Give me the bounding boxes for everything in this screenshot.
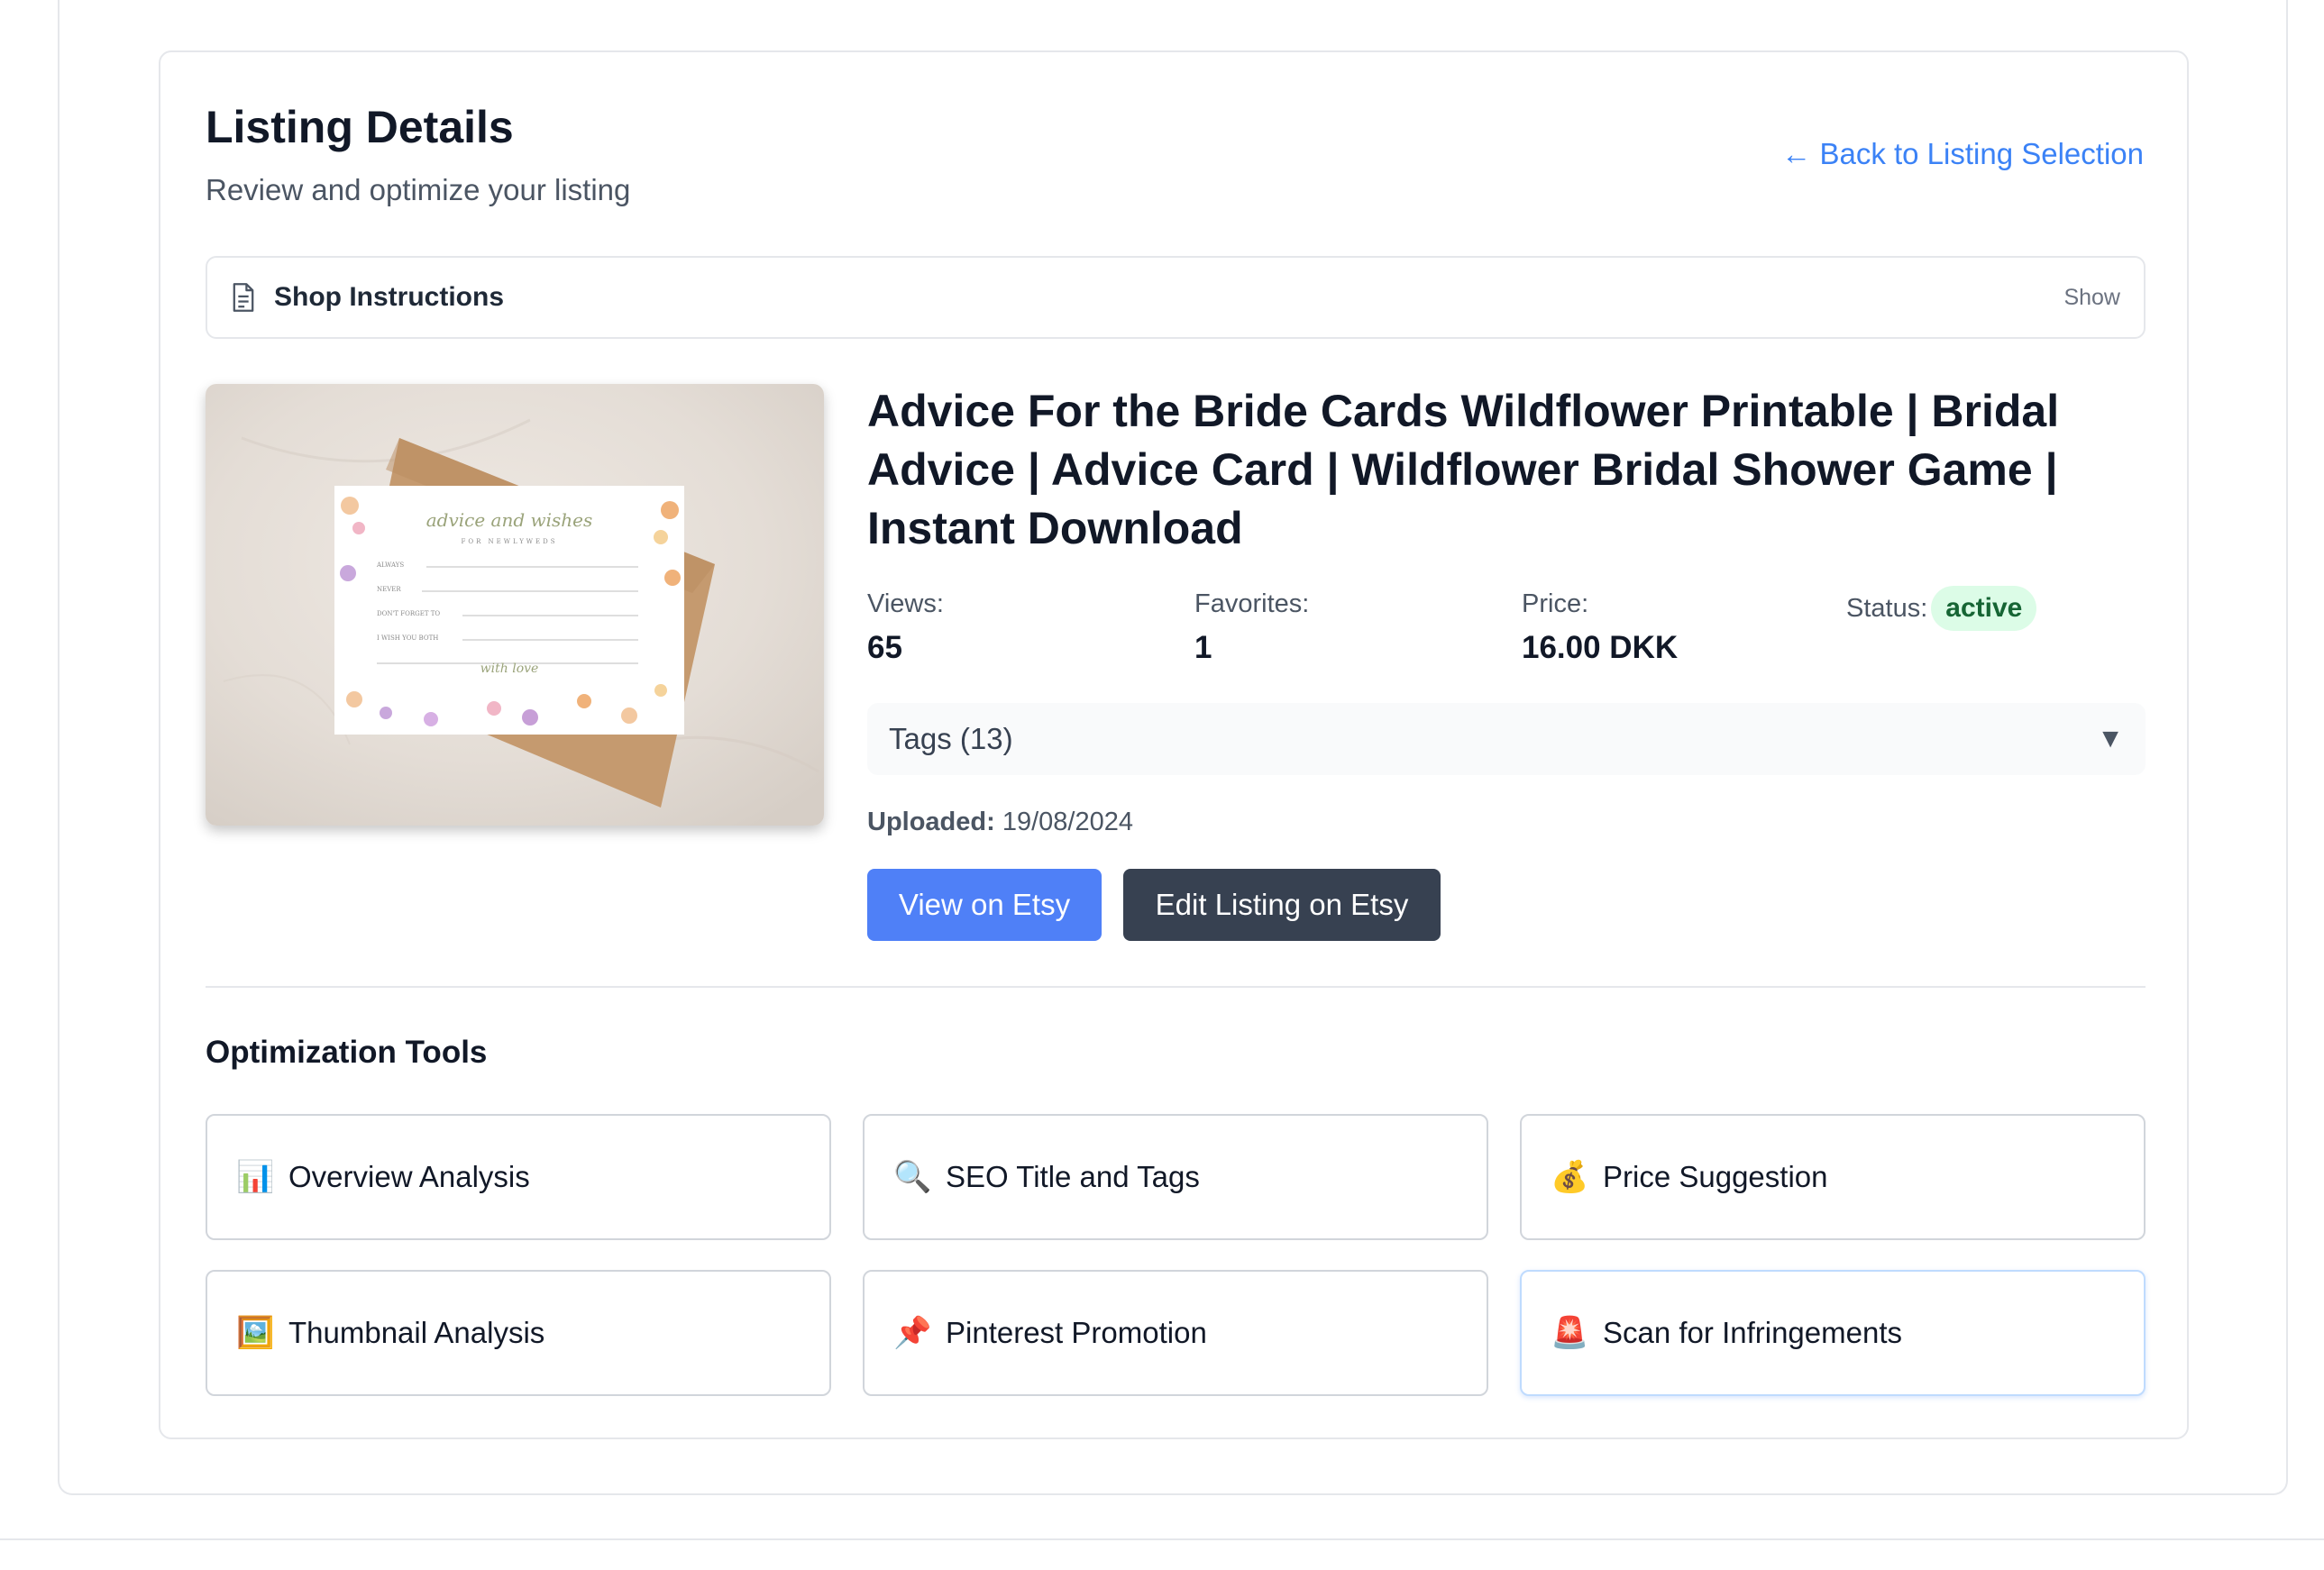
pushpin-icon: 📌 xyxy=(893,1316,932,1350)
bar-chart-icon: 📊 xyxy=(236,1160,275,1194)
document-icon xyxy=(233,283,254,312)
price-label: Price: xyxy=(1522,589,1589,618)
optimization-tools-title: Optimization Tools xyxy=(206,1035,488,1070)
favorites-value: 1 xyxy=(1194,630,1212,665)
uploaded-label: Uploaded: xyxy=(867,808,995,836)
status-label: Status: xyxy=(1846,593,1928,623)
tags-label: Tags (13) xyxy=(889,722,1013,755)
advice-card-image: advice and wishes FOR NEWLYWEDS ALWAYS N… xyxy=(206,384,824,826)
tool-label: Thumbnail Analysis xyxy=(288,1316,545,1349)
tool-label: Scan for Infringements xyxy=(1603,1316,1902,1349)
view-on-etsy-button[interactable]: View on Etsy xyxy=(867,869,1102,941)
card-subheading: FOR NEWLYWEDS xyxy=(461,538,557,545)
scan-for-infringements-button[interactable]: 🚨 Scan for Infringements xyxy=(1520,1270,2146,1396)
status-badge: active xyxy=(1931,586,2037,631)
favorites-stat: Favorites: 1 xyxy=(1194,589,1309,666)
card-line-1: ALWAYS xyxy=(376,561,404,569)
tool-label: Price Suggestion xyxy=(1603,1160,1828,1193)
listing-title: Advice For the Bride Cards Wildflower Pr… xyxy=(867,386,2060,553)
tool-label: Overview Analysis xyxy=(288,1160,530,1193)
edit-listing-on-etsy-button[interactable]: Edit Listing on Etsy xyxy=(1123,869,1441,941)
card-signoff: with love xyxy=(480,662,539,676)
siren-icon: 🚨 xyxy=(1551,1316,1589,1350)
money-bag-icon: 💰 xyxy=(1551,1160,1589,1194)
price-value: 16.00 DKK xyxy=(1522,630,1679,665)
price-suggestion-button[interactable]: 💰 Price Suggestion xyxy=(1520,1114,2146,1240)
card-line-3: DON'T FORGET TO xyxy=(377,610,440,617)
card-heading: advice and wishes xyxy=(426,509,593,531)
pinterest-promotion-button[interactable]: 📌 Pinterest Promotion xyxy=(863,1270,1488,1396)
chevron-down-icon: ▼ xyxy=(2097,724,2124,753)
card-line-4: I WISH YOU BOTH xyxy=(377,634,438,642)
uploaded-date: Uploaded: 19/08/2024 xyxy=(867,808,1133,837)
page-title: Listing Details xyxy=(206,102,514,152)
views-label: Views: xyxy=(867,589,944,618)
uploaded-value: 19/08/2024 xyxy=(1002,808,1133,836)
views-value: 65 xyxy=(867,630,902,665)
back-to-listing-selection-link[interactable]: ← Back to Listing Selection xyxy=(1781,137,2144,171)
card-line-2: NEVER xyxy=(377,586,401,593)
favorites-label: Favorites: xyxy=(1194,589,1310,618)
tool-label: Pinterest Promotion xyxy=(946,1316,1207,1349)
views-stat: Views: 65 xyxy=(867,589,944,666)
section-divider xyxy=(206,986,2146,988)
page-subtitle: Review and optimize your listing xyxy=(206,173,631,206)
overview-analysis-button[interactable]: 📊 Overview Analysis xyxy=(206,1114,831,1240)
shop-instructions-label: Shop Instructions xyxy=(274,282,504,312)
tags-accordion[interactable]: Tags (13) ▼ xyxy=(867,703,2146,775)
status-stat: Status: active xyxy=(1846,586,2037,631)
tool-label: SEO Title and Tags xyxy=(946,1160,1200,1193)
listing-details-card: Listing Details Review and optimize your… xyxy=(159,50,2189,1439)
seo-title-and-tags-button[interactable]: 🔍 SEO Title and Tags xyxy=(863,1114,1488,1240)
shop-instructions-toggle[interactable]: Shop Instructions Show xyxy=(206,256,2146,339)
thumbnail-analysis-button[interactable]: 🖼️ Thumbnail Analysis xyxy=(206,1270,831,1396)
magnifier-icon: 🔍 xyxy=(893,1160,932,1194)
footer-divider xyxy=(0,1538,2324,1540)
picture-icon: 🖼️ xyxy=(236,1316,275,1350)
shop-instructions-show-toggle[interactable]: Show xyxy=(2063,285,2120,311)
price-stat: Price: 16.00 DKK xyxy=(1522,589,1678,666)
listing-thumbnail: advice and wishes FOR NEWLYWEDS ALWAYS N… xyxy=(206,384,824,826)
